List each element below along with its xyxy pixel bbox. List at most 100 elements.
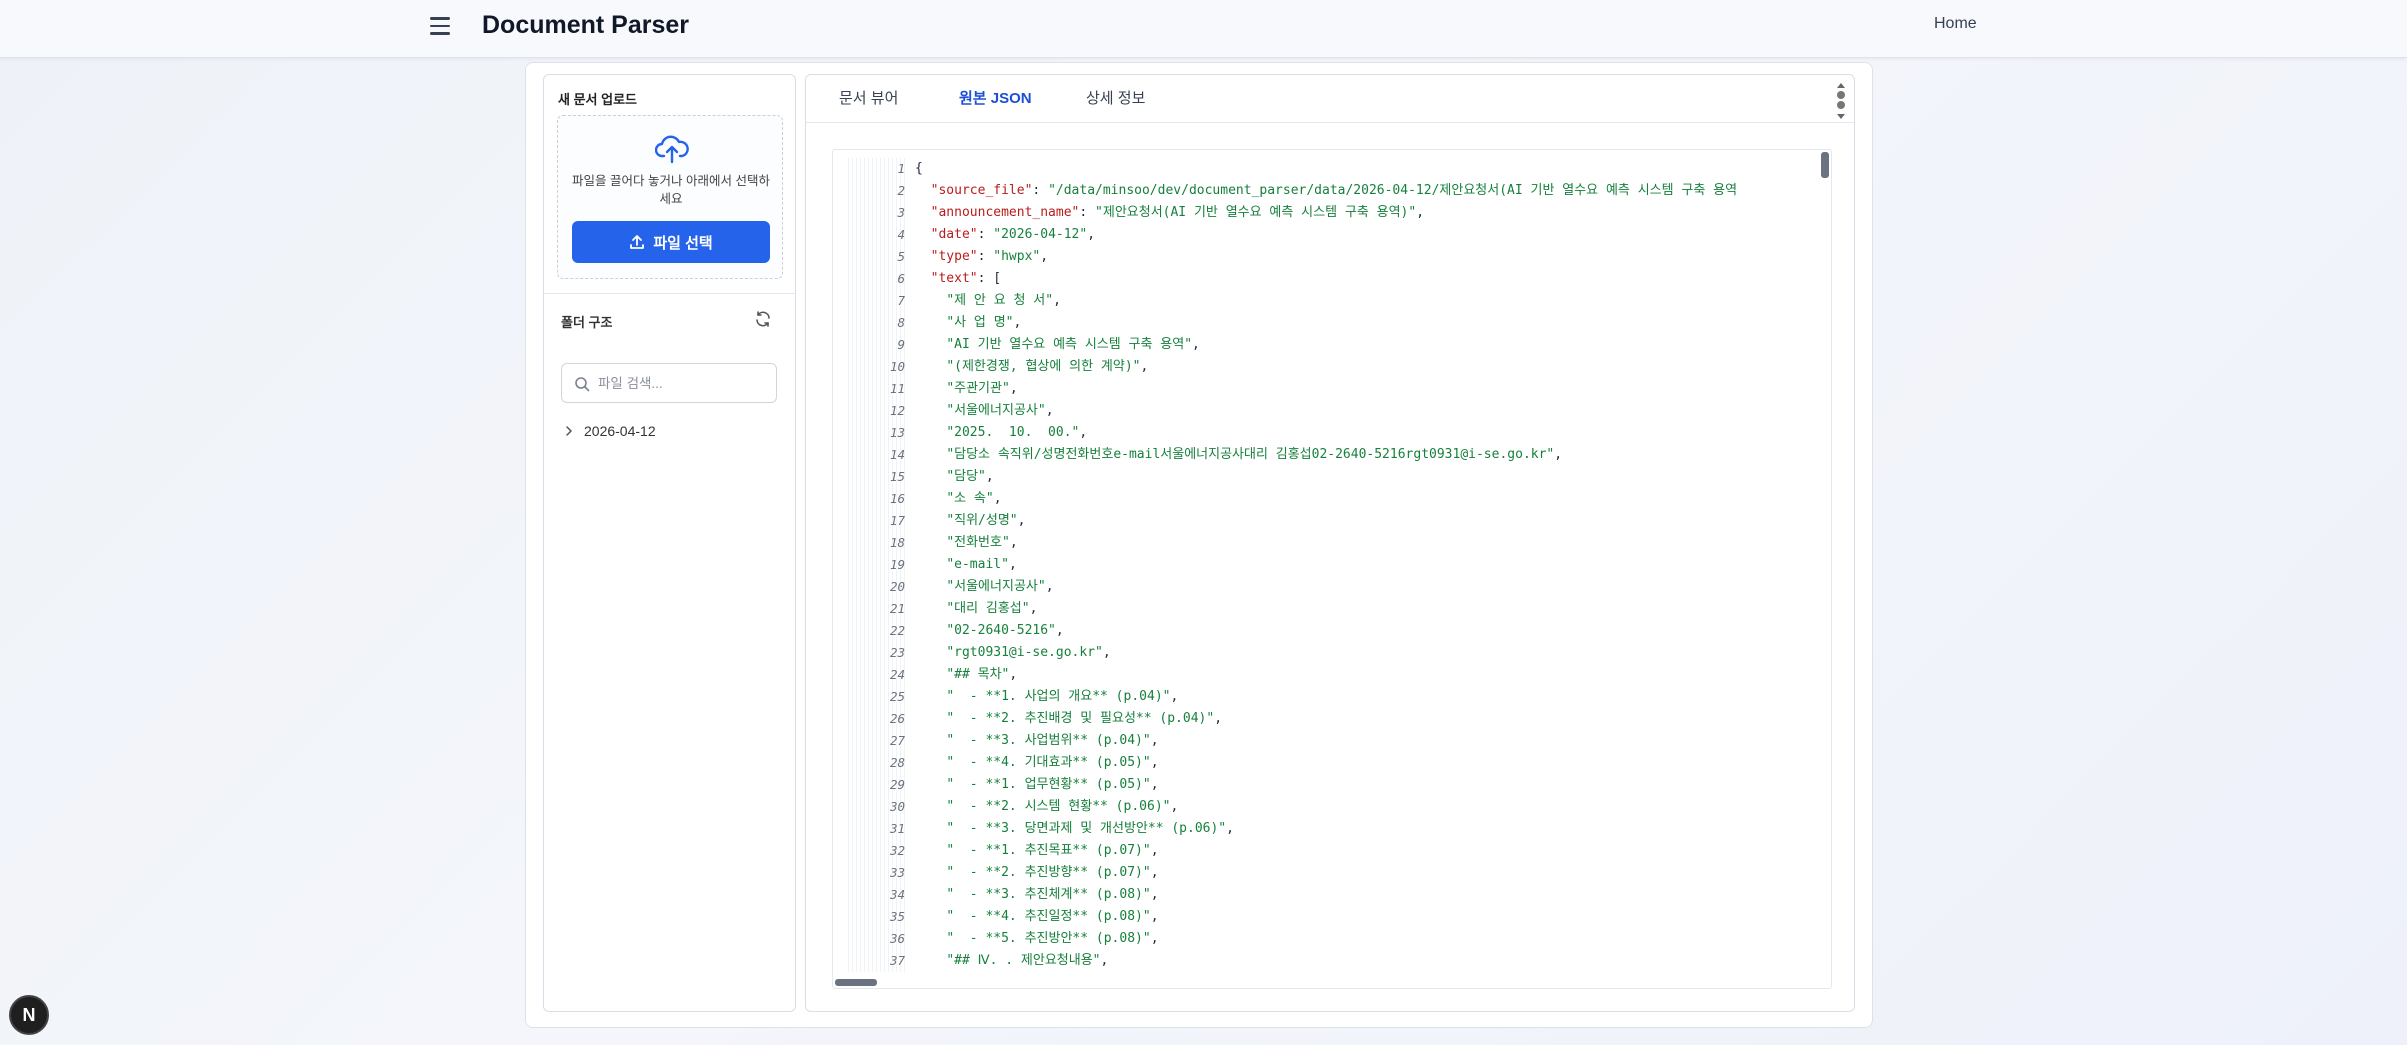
code-token: " - **3. 추진체계** (p.08)" [946, 887, 1151, 902]
app-title: Document Parser [482, 11, 690, 39]
code-line: 30 " - **2. 시스템 현황** (p.06)", [833, 796, 1825, 818]
line-number: 8 [845, 312, 905, 334]
line-number: 4 [845, 224, 905, 246]
code-token: , [1150, 777, 1159, 792]
tab-document-viewer[interactable]: 문서 뷰어 [839, 87, 898, 114]
line-number: 25 [845, 686, 905, 708]
line-number: 5 [845, 246, 905, 268]
code-token: , [1053, 293, 1061, 308]
code-line: 1{ [833, 158, 1825, 180]
code-line: 8 "사 업 명", [833, 312, 1825, 334]
line-number: 3 [845, 202, 905, 224]
code-line: 24 "## 목차", [833, 664, 1825, 686]
code-text: "제 안 요 청 서", [915, 290, 1061, 312]
dev-badge-icon[interactable]: N [9, 995, 49, 1035]
tab-scroll-control[interactable] [1834, 79, 1848, 123]
chevron-right-icon[interactable] [564, 425, 574, 437]
line-number: 31 [845, 818, 905, 840]
code-line: 19 "e-mail", [833, 554, 1825, 576]
file-select-button[interactable]: 파일 선택 [572, 221, 770, 263]
home-link[interactable]: Home [1934, 15, 1977, 33]
code-token: , [1192, 337, 1200, 352]
code-text: "담당", [915, 466, 993, 488]
code-token: : [977, 249, 994, 264]
code-token: "주관기관" [946, 381, 1010, 396]
code-text: " - **1. 추진목표** (p.07)", [915, 840, 1158, 862]
code-text: "source_file": "/data/minsoo/dev/documen… [915, 180, 1737, 202]
code-token: "## Ⅳ. . 제안요청내용" [946, 953, 1101, 968]
code-line: 2 "source_file": "/data/minsoo/dev/docum… [833, 180, 1825, 202]
refresh-icon[interactable] [754, 310, 772, 328]
code-line: 33 " - **2. 추진방향** (p.07)", [833, 862, 1825, 884]
file-dropzone[interactable]: 파일을 끌어다 놓거나 아래에서 선택하세요 파일 선택 [557, 115, 783, 279]
code-token: , [1150, 909, 1159, 924]
code-token: , [1214, 711, 1223, 726]
tab-raw-json[interactable]: 원본 JSON [959, 87, 1032, 114]
code-line: 7 "제 안 요 청 서", [833, 290, 1825, 312]
code-token: " - **2. 추진방향** (p.07)" [946, 865, 1151, 880]
code-line: 28 " - **4. 기대효과** (p.05)", [833, 752, 1825, 774]
json-code-viewer[interactable]: 1{2 "source_file": "/data/minsoo/dev/doc… [832, 149, 1832, 989]
code-token: , [1029, 601, 1038, 616]
code-token: " - **3. 당면과제 및 개선방안** (p.06)" [946, 821, 1227, 836]
code-text: "대리 김홍섭", [915, 598, 1037, 620]
tab-bar: 문서 뷰어 원본 JSON 상세 정보 [806, 75, 1854, 123]
hamburger-menu-icon[interactable] [430, 12, 458, 40]
code-token: "02-2640-5216" [946, 623, 1056, 638]
tree-folder-item[interactable]: 2026-04-12 [564, 420, 656, 442]
line-number: 12 [845, 400, 905, 422]
code-line: 4 "date": "2026-04-12", [833, 224, 1825, 246]
code-line: 5 "type": "hwpx", [833, 246, 1825, 268]
code-token: , [1040, 249, 1049, 264]
code-text: "AI 기반 열수요 예측 시스템 구축 용역", [915, 334, 1200, 356]
line-number: 7 [845, 290, 905, 312]
line-number: 30 [845, 796, 905, 818]
line-number: 9 [845, 334, 905, 356]
code-token: "text" [930, 271, 978, 286]
code-token: , [993, 491, 1002, 506]
code-token: : [1079, 205, 1096, 220]
code-token: " - **4. 기대효과** (p.05)" [946, 755, 1151, 770]
file-search-input[interactable] [598, 372, 768, 394]
code-token: "담당소 속직위/성명전화번호e-mail서울에너지공사대리 김홍섭02-264… [946, 447, 1555, 462]
cloud-upload-icon [655, 135, 689, 164]
code-token: "전화번호" [946, 535, 1010, 550]
json-code-area: 1{2 "source_file": "/data/minsoo/dev/doc… [833, 150, 1825, 978]
code-token: , [1170, 689, 1179, 704]
code-token: "2026-04-12" [993, 227, 1088, 242]
file-search-box[interactable] [561, 363, 777, 403]
code-text: " - **3. 사업범위** (p.04)", [915, 730, 1158, 752]
horizontal-scrollbar[interactable] [835, 979, 877, 986]
line-number: 26 [845, 708, 905, 730]
code-text: "date": "2026-04-12", [915, 224, 1095, 246]
code-token: , [1009, 381, 1018, 396]
code-token: "/data/minsoo/dev/document_parser/data/2… [1048, 183, 1738, 198]
code-token: , [1055, 623, 1064, 638]
code-text: " - **2. 시스템 현황** (p.06)", [915, 796, 1178, 818]
code-token: "AI 기반 열수요 예측 시스템 구축 용역" [946, 337, 1193, 352]
search-icon [575, 377, 590, 392]
code-line: 6 "text": [ [833, 268, 1825, 290]
code-token: , [1013, 315, 1022, 330]
tab-details[interactable]: 상세 정보 [1086, 87, 1145, 114]
code-line: 11 "주관기관", [833, 378, 1825, 400]
code-text: " - **1. 업무현황** (p.05)", [915, 774, 1159, 796]
code-token: , [1102, 645, 1111, 660]
code-text: "type": "hwpx", [915, 246, 1048, 268]
code-token: " - **4. 추진일정** (p.08)" [946, 909, 1151, 924]
vertical-scrollbar[interactable] [1821, 152, 1829, 178]
